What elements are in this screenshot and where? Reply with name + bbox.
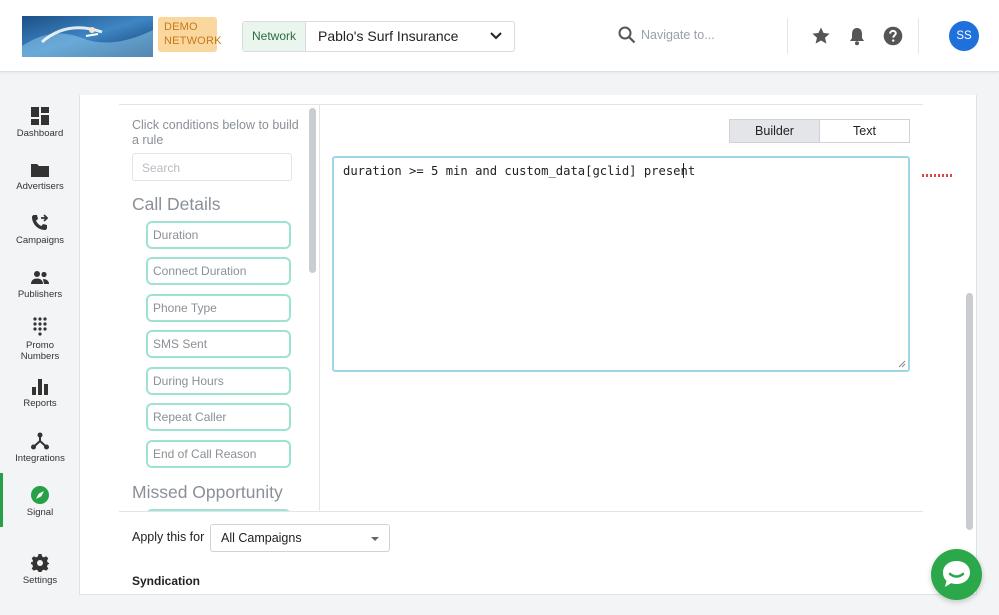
dialpad-icon (33, 317, 47, 336)
apply-label: Apply this for (132, 530, 205, 544)
demo-network-badge: DEMO NETWORK (158, 17, 221, 52)
condition-phone-type[interactable]: Phone Type (146, 294, 291, 322)
integrations-icon (31, 432, 49, 450)
chat-launcher-button[interactable] (931, 549, 982, 600)
condition-sms-sent[interactable]: SMS Sent (146, 330, 291, 358)
network-logo[interactable] (22, 16, 153, 57)
resize-handle-icon[interactable] (898, 360, 906, 368)
sidebar-item-promo-numbers[interactable]: Promo Numbers (0, 317, 80, 362)
sidebar-item-label: Publishers (17, 289, 63, 300)
editor-mode-toggle: Builder Text (729, 119, 910, 143)
panel-bottom-border (119, 511, 923, 512)
network-value: Pablo's Surf Insurance (318, 28, 459, 44)
help-icon[interactable] (883, 26, 903, 46)
section-missed-opportunity: Missed Opportunity (132, 482, 283, 502)
conditions-help-text: Click conditions below to build a rule (132, 118, 299, 147)
top-header: DEMO NETWORK Network Pablo's Surf Insura… (0, 0, 999, 72)
bell-icon[interactable] (847, 26, 867, 46)
sidebar-item-reports[interactable]: Reports (0, 379, 80, 409)
conditions-panel: Click conditions below to build a rule S… (119, 105, 319, 512)
network-select[interactable]: Network Pablo's Surf Insurance (242, 21, 515, 52)
tab-builder[interactable]: Builder (730, 120, 820, 142)
chat-icon (943, 561, 970, 587)
sidebar-item-label: Integrations (15, 453, 65, 464)
sidebar-item-label: Dashboard (16, 128, 64, 139)
sidebar-item-label: Settings (22, 575, 58, 586)
chevron-down-icon (490, 32, 502, 40)
sidebar-item-integrations[interactable]: Integrations (0, 432, 80, 464)
sidebar-item-label-line2: Numbers (20, 351, 60, 362)
sidebar-item-label: Signal (26, 507, 54, 518)
search-placeholder: Navigate to... (641, 28, 715, 42)
navigate-search[interactable]: Navigate to... (618, 26, 788, 46)
dashboard-icon (31, 107, 49, 125)
condition-duration[interactable]: Duration (146, 221, 291, 249)
sidebar-item-publishers[interactable]: Publishers (0, 270, 80, 300)
conditions-search-input[interactable]: Search (132, 153, 292, 181)
sidebar-item-settings[interactable]: Settings (0, 554, 80, 586)
page-scrollbar[interactable] (966, 293, 973, 530)
compass-icon (31, 486, 49, 504)
panel-divider (319, 105, 320, 512)
apply-select-value: All Campaigns (221, 531, 302, 545)
bar-chart-icon (32, 379, 48, 395)
tab-text[interactable]: Text (820, 120, 909, 142)
condition-during-hours[interactable]: During Hours (146, 367, 291, 395)
phone-forward-icon (32, 214, 49, 230)
search-icon (618, 26, 636, 44)
sidebar-item-signal[interactable]: Signal (0, 486, 80, 518)
sidebar-nav: Dashboard Advertisers Campaigns Publishe… (0, 73, 80, 615)
gear-icon (31, 554, 49, 572)
network-label: Network (243, 22, 306, 51)
sidebar-item-label: Campaigns (15, 235, 65, 246)
star-icon[interactable] (811, 26, 831, 46)
people-icon (31, 271, 49, 284)
user-avatar[interactable]: SS (949, 21, 979, 51)
condition-end-of-call-reason[interactable]: End of Call Reason (146, 440, 291, 468)
folder-icon (31, 164, 49, 177)
rule-text-editor[interactable]: duration >= 5 min and custom_data[gclid]… (332, 156, 954, 372)
sidebar-item-label: Promo (26, 340, 54, 351)
apply-campaign-select[interactable]: All Campaigns (210, 524, 390, 552)
condition-connect-duration[interactable]: Connect Duration (146, 257, 291, 285)
header-divider (787, 18, 788, 54)
conditions-scrollbar[interactable] (309, 108, 316, 273)
sidebar-item-campaigns[interactable]: Campaigns (0, 214, 80, 246)
sidebar-item-label: Reports (23, 398, 57, 409)
sidebar-item-advertisers[interactable]: Advertisers (0, 162, 80, 192)
caret-down-icon (371, 537, 379, 541)
rule-text: duration >= 5 min and custom_data[gclid]… (343, 164, 696, 178)
text-caret (683, 163, 684, 178)
sidebar-item-label: Advertisers (16, 181, 64, 192)
condition-repeat-caller[interactable]: Repeat Caller (146, 403, 291, 431)
syndication-heading: Syndication (132, 574, 201, 588)
spellcheck-underline (922, 174, 954, 177)
header-divider-right (918, 18, 919, 54)
sidebar-item-dashboard[interactable]: Dashboard (0, 107, 80, 139)
section-call-details: Call Details (132, 194, 221, 214)
